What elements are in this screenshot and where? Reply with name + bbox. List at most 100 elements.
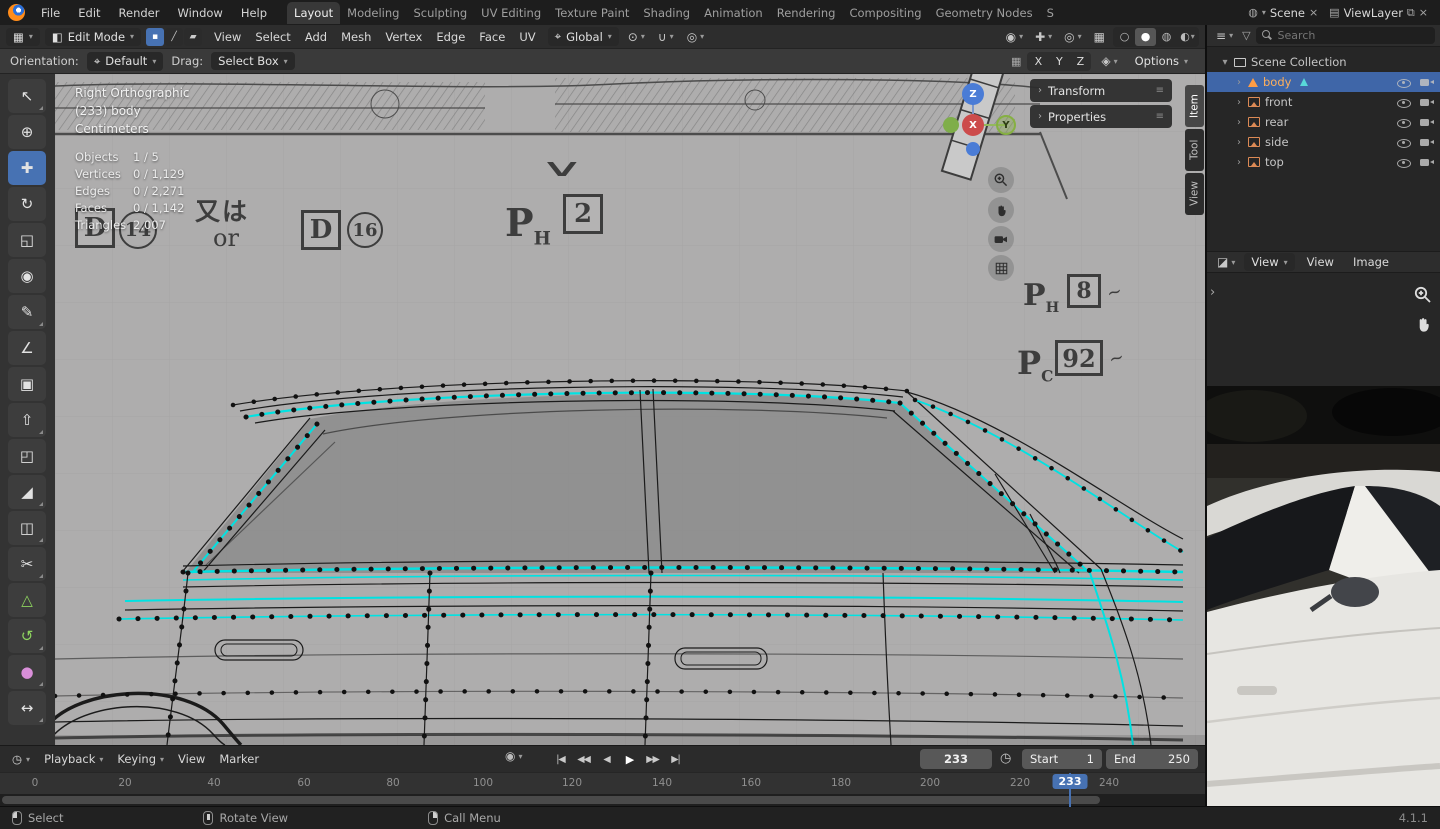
timeline-ruler[interactable]: 0 20 40 60 80 100 120 140 160 180 200 22… bbox=[0, 772, 1205, 807]
tab-animation[interactable]: Animation bbox=[697, 2, 770, 24]
menu-render[interactable]: Render bbox=[111, 4, 168, 22]
rendered-shading-button[interactable]: ◐ ▾ bbox=[1177, 28, 1198, 46]
menu-view[interactable]: View bbox=[207, 28, 248, 46]
drag-mode-dropdown[interactable]: Select Box ▾ bbox=[211, 52, 295, 70]
menu-image-view[interactable]: View bbox=[1300, 253, 1341, 271]
pan-button[interactable] bbox=[988, 197, 1014, 223]
y-negative-ball[interactable] bbox=[943, 117, 959, 133]
outliner-item-front[interactable]: › front bbox=[1207, 92, 1440, 112]
mirror-y-button[interactable]: Y bbox=[1049, 53, 1069, 70]
tab-shading[interactable]: Shading bbox=[636, 2, 697, 24]
loop-cut-tool-button[interactable]: ◫ bbox=[8, 511, 46, 545]
viewlayer-selector[interactable]: ▤ ViewLayer ⧉ × bbox=[1325, 5, 1432, 21]
proportional-editing-dropdown[interactable]: ◎ ▾ bbox=[683, 28, 709, 46]
blender-logo-icon[interactable] bbox=[8, 4, 25, 21]
filter-icon[interactable]: ▽ bbox=[1242, 29, 1250, 42]
timeline-scrollbar[interactable] bbox=[0, 794, 1205, 806]
toggle-grid-button[interactable] bbox=[988, 255, 1014, 281]
extrude-tool-button[interactable]: ⇧ bbox=[8, 403, 46, 437]
current-frame-field[interactable]: 233 bbox=[920, 749, 992, 769]
editor-type-button[interactable]: ▦ ▾ bbox=[6, 27, 40, 46]
hide-viewport-icon[interactable] bbox=[1397, 96, 1411, 108]
mode-dropdown[interactable]: ◧ Edit Mode ▾ bbox=[44, 27, 142, 46]
rotate-tool-button[interactable]: ↻ bbox=[8, 187, 46, 221]
material-shading-button[interactable]: ◍ bbox=[1156, 28, 1177, 46]
transform-orientation-dropdown[interactable]: ⌖ Global ▾ bbox=[547, 27, 619, 46]
expand-chevron-icon[interactable]: › bbox=[1235, 77, 1243, 88]
xray-toggle-button[interactable]: ▦ bbox=[1090, 28, 1109, 46]
measure-tool-button[interactable]: ∠ bbox=[8, 331, 46, 365]
visibility-dropdown[interactable]: ◉ ▾ bbox=[1002, 28, 1028, 46]
tab-geometry-nodes[interactable]: Geometry Nodes bbox=[929, 2, 1040, 24]
sidebar-tab-tool[interactable]: Tool bbox=[1185, 129, 1204, 171]
menu-marker[interactable]: Marker bbox=[213, 750, 265, 768]
scale-tool-button[interactable]: ◱ bbox=[8, 223, 46, 257]
bevel-tool-button[interactable]: ◢ bbox=[8, 475, 46, 509]
disable-render-icon[interactable] bbox=[1420, 116, 1434, 128]
menu-window[interactable]: Window bbox=[169, 4, 230, 22]
show-overlays-dropdown[interactable]: ◎ ▾ bbox=[1060, 28, 1086, 46]
outliner-item-top[interactable]: › top bbox=[1207, 152, 1440, 172]
jump-to-start-button[interactable]: |◀ bbox=[550, 749, 571, 769]
auto-keying-toggle[interactable]: ◉ ▾ bbox=[505, 749, 523, 763]
tab-rendering[interactable]: Rendering bbox=[770, 2, 843, 24]
add-cube-tool-button[interactable]: ▣ bbox=[8, 367, 46, 401]
expand-chevron-icon[interactable]: › bbox=[1235, 97, 1243, 108]
sidebar-tab-view[interactable]: View bbox=[1185, 173, 1204, 215]
tab-texture-paint[interactable]: Texture Paint bbox=[548, 2, 636, 24]
menu-image[interactable]: Image bbox=[1346, 253, 1396, 271]
play-reverse-button[interactable]: ◀ bbox=[596, 749, 617, 769]
jump-to-end-button[interactable]: ▶| bbox=[665, 749, 686, 769]
y-axis-ball[interactable]: Y bbox=[996, 115, 1016, 135]
x-axis-ball[interactable]: X bbox=[962, 114, 984, 136]
smooth-tool-button[interactable]: ● bbox=[8, 655, 46, 689]
menu-face[interactable]: Face bbox=[472, 28, 512, 46]
expand-chevron-icon[interactable]: › bbox=[1235, 157, 1243, 168]
outliner-item-side[interactable]: › side bbox=[1207, 132, 1440, 152]
menu-mesh[interactable]: Mesh bbox=[334, 28, 378, 46]
tab-sculpting[interactable]: Sculpting bbox=[406, 2, 474, 24]
viewport-3d[interactable]: Right Orthographic (233) body Centimeter… bbox=[55, 74, 1205, 745]
transform-panel-header[interactable]: › Transform ≡ bbox=[1030, 79, 1172, 102]
menu-edge[interactable]: Edge bbox=[429, 28, 472, 46]
poly-build-tool-button[interactable]: △ bbox=[8, 583, 46, 617]
tab-uv-editing[interactable]: UV Editing bbox=[474, 2, 548, 24]
outliner-item-body[interactable]: › body bbox=[1207, 72, 1440, 92]
tab-layout[interactable]: Layout bbox=[287, 1, 341, 24]
image-editor-type-button[interactable]: ◪ ▾ bbox=[1213, 253, 1239, 271]
annotate-tool-button[interactable]: ✎ bbox=[8, 295, 46, 329]
wireframe-shading-button[interactable]: ○ bbox=[1114, 28, 1135, 46]
camera-view-button[interactable] bbox=[988, 226, 1014, 252]
menu-timeline-view[interactable]: View bbox=[172, 750, 211, 768]
menu-add[interactable]: Add bbox=[298, 28, 334, 46]
snap-options-dropdown[interactable]: ◈ ▾ bbox=[1097, 52, 1121, 70]
transform-tool-button[interactable]: ◉ bbox=[8, 259, 46, 293]
snap-dropdown[interactable]: ∪ ▾ bbox=[654, 28, 678, 46]
orientation-default-dropdown[interactable]: ⌖ Default ▾ bbox=[86, 51, 164, 71]
search-input[interactable] bbox=[1277, 29, 1429, 42]
cursor-tool-button[interactable]: ⊕ bbox=[8, 115, 46, 149]
disable-render-icon[interactable] bbox=[1420, 156, 1434, 168]
tab-modeling[interactable]: Modeling bbox=[340, 2, 406, 24]
timeline-editor-type-button[interactable]: ◷ ▾ bbox=[6, 750, 36, 768]
expand-chevron-icon[interactable]: › bbox=[1235, 137, 1243, 148]
next-keyframe-button[interactable]: ▶▶ bbox=[642, 749, 663, 769]
playhead-current-frame[interactable]: 233 bbox=[1052, 774, 1088, 789]
zoom-button[interactable] bbox=[988, 167, 1014, 193]
menu-uv[interactable]: UV bbox=[512, 28, 542, 46]
image-zoom-button[interactable] bbox=[1413, 285, 1433, 308]
disable-render-icon[interactable] bbox=[1420, 136, 1434, 148]
disable-render-icon[interactable] bbox=[1420, 76, 1434, 88]
hide-viewport-icon[interactable] bbox=[1397, 116, 1411, 128]
image-mode-dropdown[interactable]: View ▾ bbox=[1244, 253, 1295, 271]
edge-slide-tool-button[interactable]: ↔ bbox=[8, 691, 46, 725]
image-pan-button[interactable] bbox=[1414, 315, 1433, 337]
frame-end-field[interactable]: End 250 bbox=[1106, 749, 1198, 769]
outliner-search[interactable] bbox=[1255, 27, 1435, 44]
remove-viewlayer-icon[interactable]: × bbox=[1419, 6, 1428, 19]
unlink-scene-icon[interactable]: × bbox=[1309, 6, 1318, 19]
spin-tool-button[interactable]: ↺ bbox=[8, 619, 46, 653]
image-editor-canvas[interactable]: › bbox=[1207, 273, 1440, 806]
outliner-item-rear[interactable]: › rear bbox=[1207, 112, 1440, 132]
use-preview-range-icon[interactable]: ◷ bbox=[1000, 751, 1011, 766]
